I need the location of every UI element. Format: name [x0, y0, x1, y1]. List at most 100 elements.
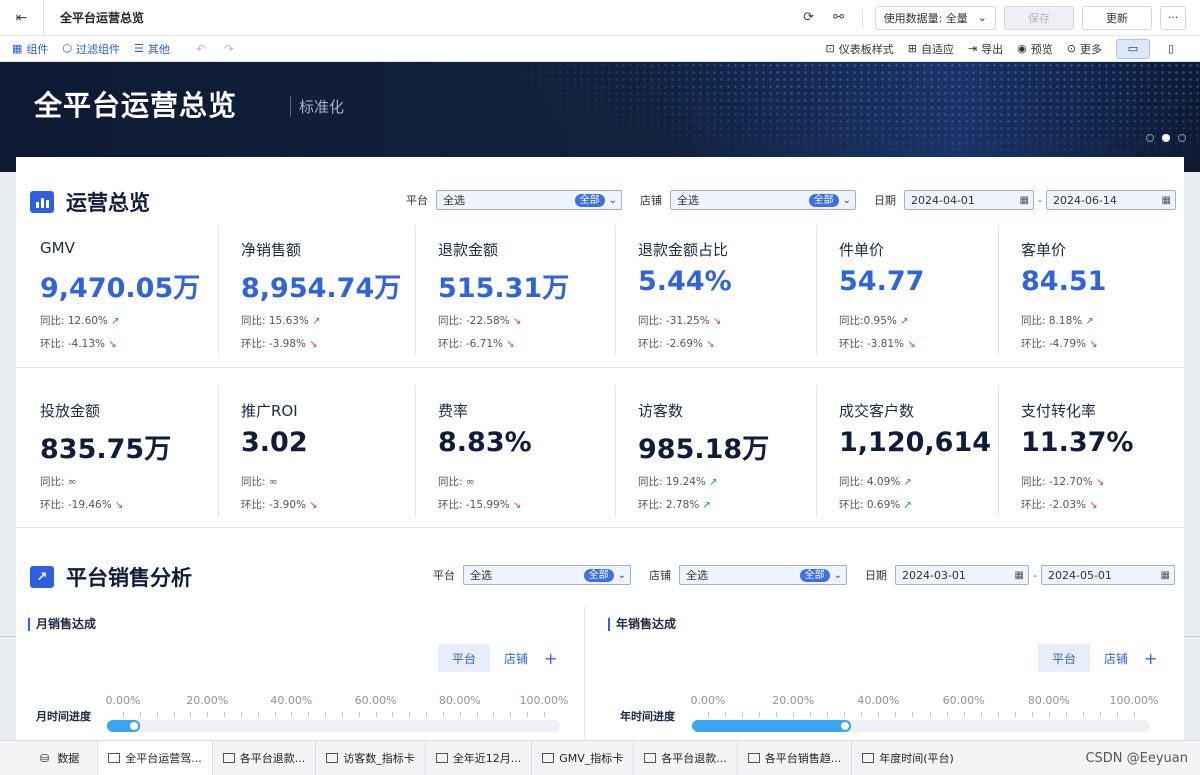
kpi-yoy-text: 同比: 19.24% — [638, 476, 706, 488]
dashboard-style-button[interactable]: ⊡ 仪表板样式 — [826, 41, 894, 57]
store-filter-value: 全选 — [677, 194, 699, 207]
kpi-yoy-text: 同比: ∞ — [241, 476, 278, 488]
add-icon[interactable]: + — [1144, 649, 1157, 668]
minor-tick — [844, 712, 846, 717]
component-tab[interactable]: GMV_指标卡 — [531, 740, 633, 775]
minor-tick — [878, 712, 880, 717]
minor-tick — [1048, 712, 1050, 717]
trend-down-icon: ↘ — [904, 339, 916, 350]
adaptive-icon: ⊞ — [907, 42, 917, 55]
preview-button[interactable]: ◉ 预览 — [1017, 41, 1053, 57]
component-tab[interactable]: 年度时间(平台) — [851, 740, 964, 775]
yearly-panel-title: 年销售达成 — [608, 618, 676, 631]
export-button[interactable]: ⇥ 导出 — [968, 41, 1003, 57]
kpi-yoy: 同比: 12.60% ↗ — [40, 313, 119, 328]
minor-tick — [375, 712, 377, 717]
component-tab[interactable]: 各平台销售趋... — [736, 740, 852, 775]
minor-tick — [725, 712, 727, 717]
grid-icon: ▦ — [12, 42, 23, 55]
more-menu[interactable]: ⊙ 更多 — [1067, 41, 1102, 57]
save-button[interactable]: 保存 — [1004, 5, 1074, 30]
monthly-tab-platform[interactable]: 平台 — [438, 644, 490, 672]
kpi-mom-text: 环比: 0.69% — [839, 499, 901, 511]
platform-filter-select[interactable]: 全选 全部 ⌄ — [436, 190, 622, 210]
trend-down-icon: ↘ — [1092, 477, 1105, 488]
yearly-tab-store[interactable]: 店铺 — [1090, 644, 1142, 672]
component-tab[interactable]: 全平台运营驾... — [97, 740, 212, 775]
chart-icon — [435, 753, 448, 763]
dashboard-title: 全平台运营总览 — [60, 11, 145, 25]
monthly-dimension-switch: 平台 店铺 + — [438, 644, 557, 672]
minor-tick — [325, 712, 327, 717]
progress-knob[interactable] — [838, 720, 851, 732]
minor-tick — [207, 712, 209, 717]
more-button[interactable]: ··· — [1160, 5, 1186, 30]
desktop-icon[interactable]: ▭ — [1116, 38, 1150, 59]
adaptive-button[interactable]: ⊞ 自适应 — [908, 41, 954, 57]
component-tab-label: 全年近12月... — [452, 752, 522, 765]
minor-tick — [341, 712, 343, 717]
refresh-icon[interactable]: ⟳ — [798, 7, 820, 29]
relation-icon[interactable]: ⚯ — [828, 7, 850, 29]
kpi-card: 访客数 985.18万 同比: 19.24% ↗ 环比: 2.78% ↗ — [638, 400, 838, 540]
component-tab[interactable]: 全年近12月... — [424, 740, 532, 775]
trend-up-icon: ↗ — [900, 500, 912, 511]
yearly-tab-platform[interactable]: 平台 — [1038, 644, 1090, 672]
pager-dot-active[interactable] — [1162, 134, 1170, 142]
mobile-icon[interactable]: ▯ — [1154, 39, 1188, 59]
filter-widget-menu[interactable]: ⬡ 过滤组件 — [62, 41, 120, 57]
minor-tick — [459, 712, 461, 717]
progress-fill — [692, 720, 851, 732]
kpi-card: 推广ROI 3.02 同比: ∞ 环比: -3.90% ↘ — [241, 400, 441, 540]
date-to-input[interactable]: 2024-06-14 ▦ — [1045, 190, 1176, 210]
store-filter-select[interactable]: 全选 全部 ⌄ — [670, 190, 856, 210]
monthly-tab-store[interactable]: 店铺 — [490, 644, 542, 672]
minor-tick — [190, 712, 192, 717]
platform-filter-select[interactable]: 全选 全部 ⌄ — [463, 565, 631, 585]
filter-widget-label: 过滤组件 — [76, 42, 121, 56]
component-tab[interactable]: 各平台退款... — [211, 740, 316, 775]
kpi-card: 退款金额占比 5.44% 同比: -31.25% ↘ 环比: -2.69% ↘ — [638, 239, 838, 379]
minor-tick — [708, 712, 709, 717]
minor-tick — [123, 712, 124, 717]
minor-tick — [895, 712, 897, 717]
kpi-label: GMV — [40, 239, 75, 257]
minor-tick — [139, 712, 141, 717]
kpi-yoy: 同比: 8.18% ↗ — [1021, 313, 1094, 328]
minor-tick — [827, 712, 829, 717]
redo-icon[interactable]: ↷ — [224, 42, 234, 56]
minor-tick — [257, 712, 259, 717]
data-tab[interactable]: ⛁ 数据 — [0, 741, 97, 775]
trend-down-icon: ↘ — [306, 500, 318, 511]
exit-icon[interactable]: ⇤ — [0, 0, 44, 36]
store-filter-select[interactable]: 全选 全部 ⌄ — [679, 565, 847, 585]
carousel-pager — [1146, 134, 1186, 142]
update-button[interactable]: 更新 — [1082, 5, 1152, 30]
pager-dot[interactable] — [1178, 134, 1186, 142]
pager-dot[interactable] — [1146, 134, 1154, 142]
other-menu[interactable]: ☰ 其他 — [134, 41, 170, 57]
data-volume-select[interactable]: 使用数据量: 全量 ⌄ — [874, 5, 996, 30]
widget-menu[interactable]: ▦ 组件 — [12, 41, 48, 57]
progress-knob[interactable] — [127, 720, 140, 732]
undo-icon[interactable]: ↶ — [196, 42, 206, 56]
widget-label: 组件 — [26, 42, 49, 56]
date-to-input[interactable]: 2024-05-01 ▦ — [1040, 565, 1175, 585]
minor-tick — [929, 712, 931, 717]
kpi-mom-text: 环比: -2.03% — [1021, 499, 1087, 511]
preview-label: 预览 — [1030, 42, 1053, 56]
kpi-yoy: 同比: -31.25% ↘ — [638, 313, 721, 328]
date-from-input[interactable]: 2024-03-01 ▦ — [895, 565, 1029, 585]
trend-chart-icon: ↗ — [30, 566, 54, 588]
add-icon[interactable]: + — [544, 649, 557, 668]
minor-tick — [493, 712, 495, 717]
minor-tick — [997, 712, 999, 717]
platform-filter-label: 平台 — [406, 194, 428, 207]
date-from-input[interactable]: 2024-04-01 ▦ — [904, 190, 1034, 210]
kpi-yoy: 同比: -22.58% ↘ — [438, 313, 521, 328]
bottom-tab-bar: ⛁ 数据 全平台运营驾... 各平台退款... 访客数_指标卡 全年近12月... GM… — [0, 740, 1200, 775]
eye-icon: ◉ — [1017, 42, 1027, 55]
kpi-yoy-text: 同比: 8.18% — [1021, 315, 1083, 327]
component-tab[interactable]: 各平台退款... — [633, 740, 737, 775]
component-tab[interactable]: 访客数_指标卡 — [315, 740, 425, 775]
